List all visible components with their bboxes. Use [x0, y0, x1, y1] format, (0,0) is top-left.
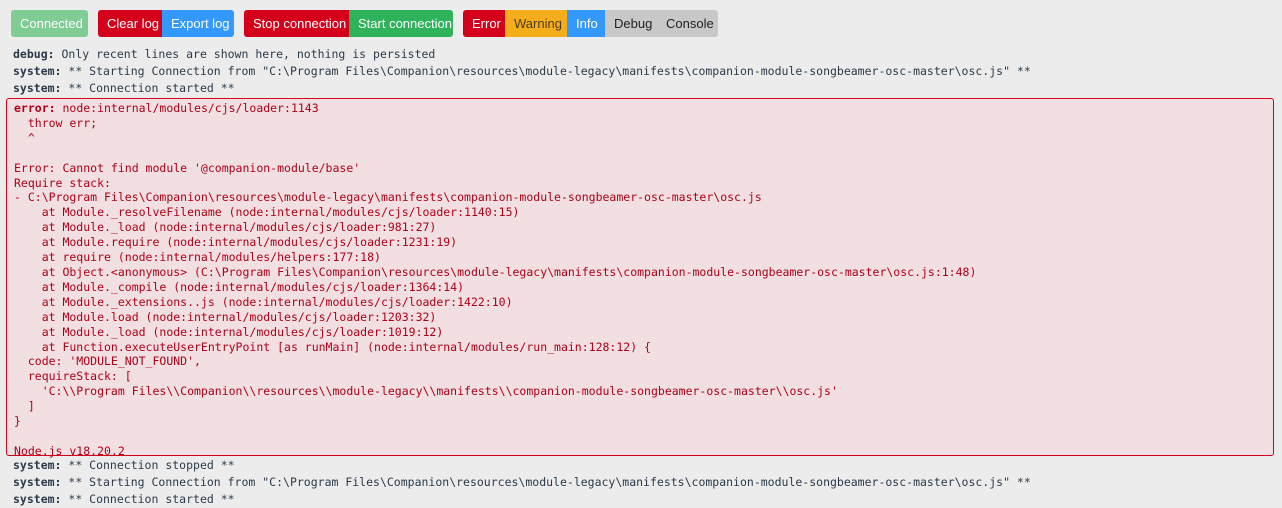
log-line: system: ** Connection stopped **: [0, 457, 1282, 474]
log-level-tag: system:: [13, 64, 62, 78]
filter-info-toggle[interactable]: Info: [567, 10, 605, 37]
log-message: ** Starting Connection from "C:\Program …: [61, 64, 1031, 78]
log-toolbar: Connected Clear log Export log Stop conn…: [11, 10, 728, 37]
log-level-tag: system:: [13, 475, 62, 489]
error-body: throw err; ^ Error: Cannot find module '…: [14, 115, 977, 458]
log-message: ** Connection stopped **: [61, 458, 235, 472]
export-log-button[interactable]: Export log: [162, 10, 234, 37]
error-first-line: node:internal/modules/cjs/loader:1143: [55, 101, 319, 115]
log-level-tag: debug:: [13, 47, 55, 61]
filter-debug-toggle[interactable]: Debug: [605, 10, 657, 37]
clear-log-button[interactable]: Clear log: [98, 10, 162, 37]
log-panel: debug: Only recent lines are shown here,…: [0, 46, 1282, 506]
start-connection-button[interactable]: Start connection: [349, 10, 453, 37]
log-line: system: ** Connection started **: [0, 80, 1282, 97]
log-level-tag: system:: [13, 81, 62, 95]
log-message: Only recent lines are shown here, nothin…: [54, 47, 436, 61]
stop-connection-button[interactable]: Stop connection: [244, 10, 349, 37]
filter-error-toggle[interactable]: Error: [463, 10, 505, 37]
log-level-tag: system:: [13, 492, 62, 506]
connection-actions-group: Stop connection Start connection: [244, 10, 453, 37]
log-lines-after: system: ** Connection stopped ** system:…: [0, 457, 1282, 508]
status-group: Connected: [11, 10, 88, 37]
log-message: ** Starting Connection from "C:\Program …: [61, 475, 1031, 489]
filter-warning-toggle[interactable]: Warning: [505, 10, 567, 37]
log-line: system: ** Starting Connection from "C:\…: [0, 63, 1282, 80]
log-line: system: ** Starting Connection from "C:\…: [0, 474, 1282, 491]
log-line: system: ** Connection started **: [0, 491, 1282, 508]
error-level-tag: error:: [14, 101, 56, 115]
log-actions-group: Clear log Export log: [98, 10, 234, 37]
log-message: ** Connection started **: [61, 492, 235, 506]
error-log-entry: error: node:internal/modules/cjs/loader:…: [6, 98, 1274, 459]
error-stack-trace: error: node:internal/modules/cjs/loader:…: [14, 101, 976, 459]
connected-status-button[interactable]: Connected: [11, 10, 88, 37]
log-level-tag: system:: [13, 458, 62, 472]
log-message: ** Connection started **: [61, 81, 235, 95]
log-filter-group: Error Warning Info Debug Console: [463, 10, 718, 37]
log-line: debug: Only recent lines are shown here,…: [0, 46, 1282, 63]
filter-console-toggle[interactable]: Console: [657, 10, 718, 37]
